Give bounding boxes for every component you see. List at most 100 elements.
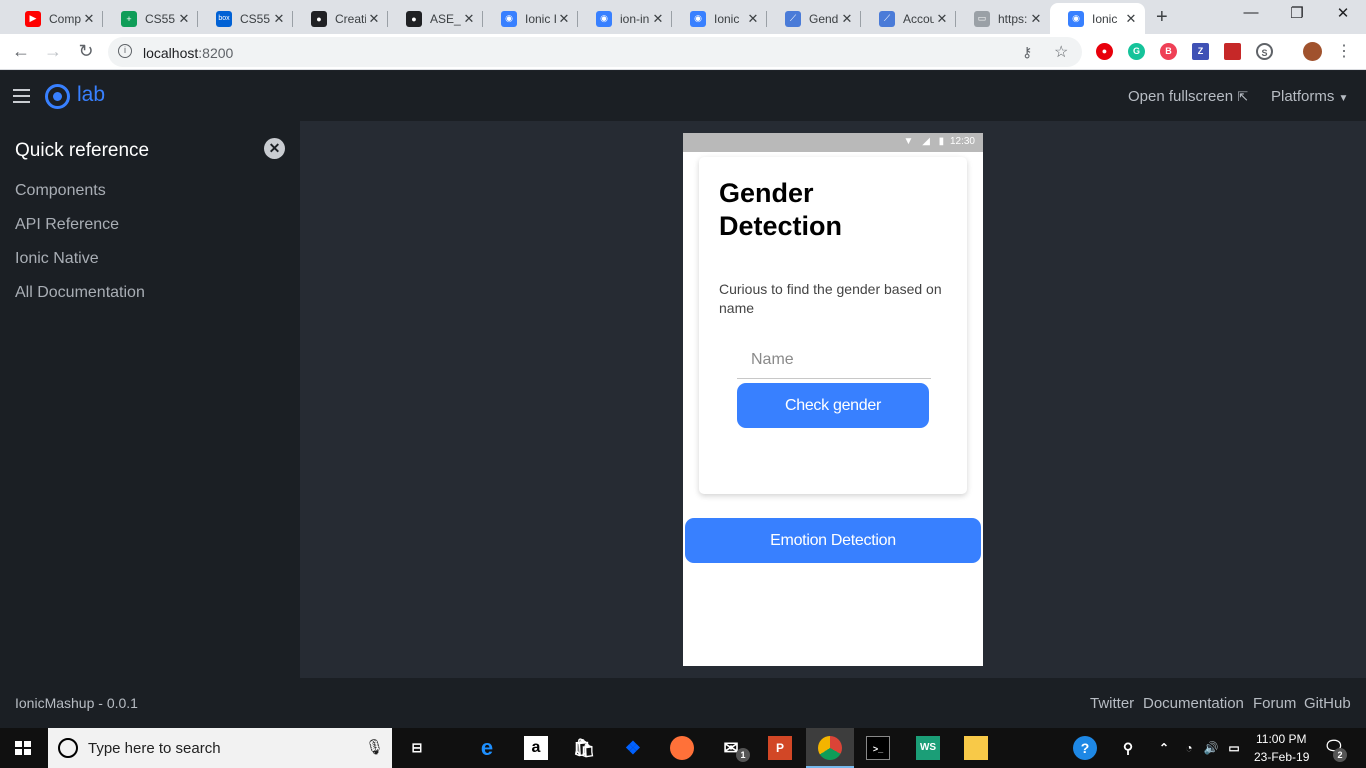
wifi-icon: ▼ [903,136,914,147]
taskbar-search-placeholder: Type here to search [88,740,221,757]
footer-link-github[interactable]: GitHub [1304,695,1351,712]
people-icon[interactable]: ⚲ [1116,736,1140,760]
reload-icon[interactable]: ↻ [74,41,98,62]
chrome-menu-icon[interactable]: ⋮ [1332,41,1356,61]
amazon-icon[interactable]: a [524,736,548,760]
profile-avatar[interactable] [1303,42,1322,61]
adblock-extension-icon[interactable]: ● [1096,43,1113,60]
key-icon[interactable]: ⚷ [1022,44,1032,61]
edge-icon[interactable]: e [475,736,499,760]
sidebar-item-all-documentation[interactable]: All Documentation [15,284,145,302]
footer-link-documentation[interactable]: Documentation [1143,695,1244,712]
lab-footer: IonicMashup - 0.0.1 Twitter Documentatio… [0,678,1366,728]
dropbox-icon[interactable]: ❖ [621,736,645,760]
browser-tab[interactable]: box CS55! ✕ [198,3,293,34]
close-tab-icon[interactable]: ✕ [650,11,666,27]
minimize-button[interactable]: — [1228,4,1274,21]
menu-icon[interactable] [13,89,30,107]
close-tab-icon[interactable]: ✕ [1123,11,1139,27]
close-tab-icon[interactable]: ✕ [176,11,192,27]
extension-icon[interactable]: S [1256,43,1273,60]
powerpoint-icon[interactable]: P [768,736,792,760]
windows-start-icon[interactable] [15,741,32,756]
help-icon[interactable]: ? [1073,736,1097,760]
forward-icon[interactable]: → [41,41,65,62]
footer-link-forum[interactable]: Forum [1253,695,1296,712]
close-tab-icon[interactable]: ✕ [839,11,855,27]
clock-time[interactable]: 11:00 PM [1256,732,1306,746]
external-link-icon: ⇱ [1237,89,1249,104]
browser-tab-label: ASE_L [430,11,461,26]
battery-icon: ▮ [938,136,945,147]
url-text: localhost:8200 [143,45,234,61]
page-icon: ▭ [974,10,990,27]
browser-tab[interactable]: ◉ Ionic ✕ [672,3,767,34]
sidebar-item-api-reference[interactable]: API Reference [15,216,119,234]
close-tab-icon[interactable]: ✕ [1028,11,1044,27]
browser-tab-strip: ▶Comp✕+CS55!✕boxCS55!✕●Creati✕●ASE_L✕◉Io… [0,0,1366,34]
sidebar-item-ionic-native[interactable]: Ionic Native [15,250,99,268]
close-tab-icon[interactable]: ✕ [366,11,382,27]
browser-tab-label: Gend [809,11,839,26]
mail-badge: 1 [736,748,750,762]
taskbar-search[interactable]: Type here to search 🎙 [48,728,392,768]
check-gender-button[interactable]: Check gender [737,383,929,428]
browser-tab[interactable]: ⟋ Gend ✕ [767,3,861,34]
browser-tab[interactable]: ▭ https: ✕ [956,3,1050,34]
card-title: Gender Detection [719,178,843,241]
sidebar-item-components[interactable]: Components [15,182,106,200]
browser-tab-label: Ionic [714,11,740,26]
browser-tab[interactable]: ● ASE_L✕ [388,3,483,34]
browser-tab[interactable]: ◉ Ionic ✕ [1050,3,1145,34]
google-sheets-icon: + [121,10,137,27]
microphone-icon[interactable]: 🎙 [365,738,384,756]
new-tab-button[interactable]: + [1156,6,1168,29]
close-tab-icon[interactable]: ✕ [271,11,287,27]
zotero-extension-icon[interactable]: Z [1192,43,1209,60]
browser-tab-label: CS55! [240,11,271,26]
grammarly-extension-icon[interactable]: G [1128,43,1145,60]
back-icon[interactable]: ← [9,41,33,62]
close-tab-icon[interactable]: ✕ [934,11,950,27]
store-icon[interactable]: 🛍 [572,736,596,760]
browser-tab[interactable]: ⟋ Accou ✕ [861,3,956,34]
wifi-tray-icon[interactable]: ◔ [1177,736,1201,760]
close-window-button[interactable]: ✕ [1320,4,1366,22]
browser-tab[interactable]: ▶ Comp ✕ [7,3,103,34]
browser-tab-label: Accou [903,11,934,26]
firefox-icon[interactable] [670,736,694,760]
address-bar[interactable]: i localhost:8200 ⚷ ☆ [108,37,1082,67]
footer-link-twitter[interactable]: Twitter [1090,695,1134,712]
close-tab-icon[interactable]: ✕ [461,11,477,27]
site-info-icon[interactable]: i [118,44,132,58]
restore-button[interactable]: ❐ [1274,4,1320,22]
bookmark-star-icon[interactable]: ☆ [1054,42,1068,62]
clock-date[interactable]: 23-Feb-19 [1254,750,1309,764]
close-tab-icon[interactable]: ✕ [745,11,761,27]
volume-icon[interactable]: 🔊 [1199,736,1223,760]
sidebar-title: Quick reference [15,140,150,161]
browser-tab[interactable]: + CS55! ✕ [103,3,198,34]
extension-icon[interactable]: B [1160,43,1177,60]
bookmark-extension-icon[interactable] [1224,43,1241,60]
emotion-detection-button[interactable]: Emotion Detection [685,518,981,563]
close-tab-icon[interactable]: ✕ [556,11,572,27]
open-fullscreen-link[interactable]: Open fullscreen ⇱ [1128,88,1248,105]
chevron-up-icon[interactable]: ⌃ [1152,736,1176,760]
close-icon[interactable]: ✕ [264,138,285,159]
app-version: IonicMashup - 0.0.1 [15,695,138,711]
name-input[interactable] [737,341,931,379]
browser-tab[interactable]: ● Creati ✕ [293,3,388,34]
file-explorer-icon[interactable] [964,736,988,760]
browser-tab[interactable]: ◉ Ionic I ✕ [483,3,578,34]
terminal-icon[interactable]: >_ [866,736,890,760]
browser-tab[interactable]: ◉ ion-in ✕ [578,3,672,34]
platforms-dropdown[interactable]: Platforms ▼ [1271,88,1348,105]
close-tab-icon[interactable]: ✕ [81,11,97,27]
ionic-logo-icon [45,84,70,109]
webstorm-icon[interactable]: WS [916,736,940,760]
notification-count: 2 [1333,748,1347,762]
task-view-icon[interactable]: ⊟ [405,736,429,760]
battery-tray-icon[interactable]: ▭ [1222,736,1246,760]
chrome-icon[interactable] [818,736,842,760]
